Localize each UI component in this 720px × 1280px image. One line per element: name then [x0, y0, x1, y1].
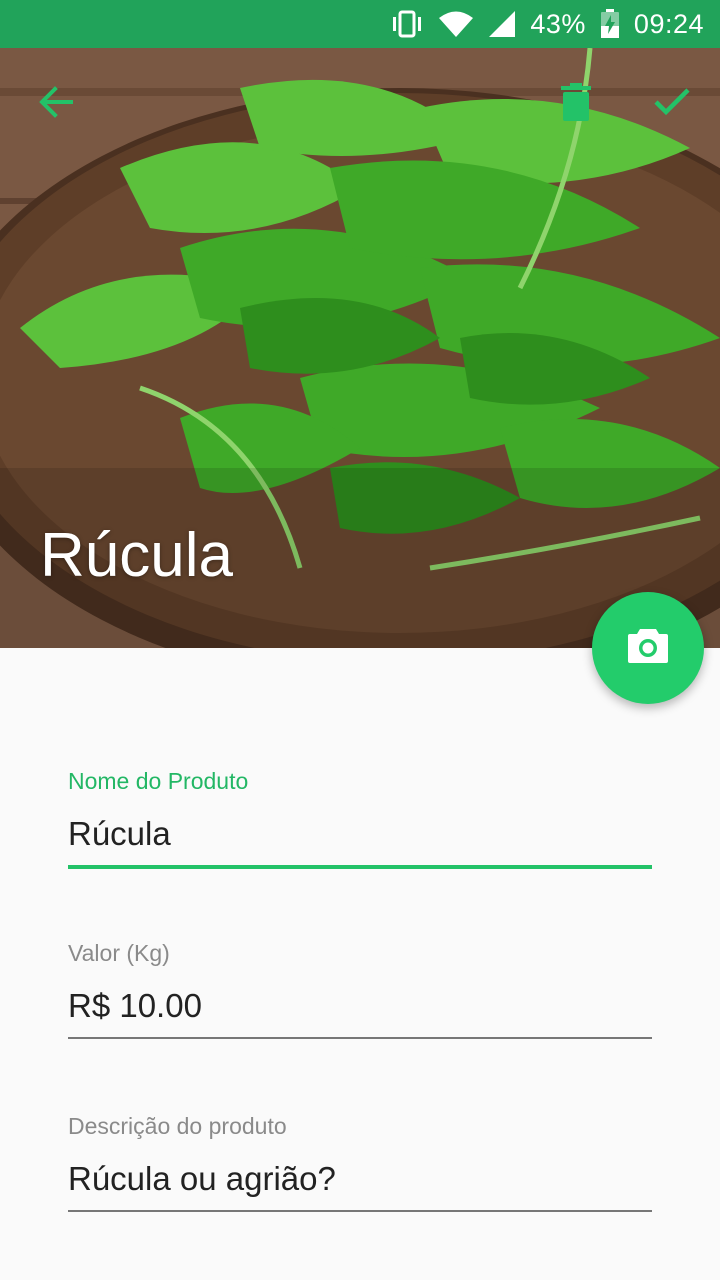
page-title: Rúcula: [40, 521, 233, 590]
arrow-back-icon: [38, 84, 74, 124]
check-icon: [653, 87, 691, 121]
confirm-button[interactable]: [644, 76, 700, 132]
description-input[interactable]: [68, 1156, 652, 1202]
vibrate-icon: [390, 9, 424, 39]
signal-icon: [488, 10, 516, 38]
wifi-icon: [438, 10, 474, 38]
camera-icon: [626, 627, 670, 669]
product-name-field: Nome do Produto: [68, 768, 652, 869]
camera-button[interactable]: [592, 592, 704, 704]
description-label: Descrição do produto: [68, 1113, 287, 1139]
price-label: Valor (Kg): [68, 940, 170, 966]
delete-button[interactable]: [548, 76, 604, 132]
price-underline: [68, 1037, 652, 1039]
product-image: Rúcula: [0, 48, 720, 648]
battery-charging-icon: [600, 9, 620, 39]
product-name-label: Nome do Produto: [68, 768, 249, 794]
battery-percentage: 43%: [530, 8, 586, 39]
product-name-underline: [68, 865, 652, 869]
description-field: Descrição do produto: [68, 1113, 652, 1212]
price-input[interactable]: [68, 983, 652, 1029]
description-underline: [68, 1210, 652, 1212]
status-bar: 43% 09:24: [0, 0, 720, 48]
product-name-input[interactable]: [68, 811, 652, 857]
price-field: Valor (Kg): [68, 940, 652, 1039]
clock: 09:24: [633, 8, 704, 39]
trash-icon: [561, 83, 591, 125]
back-button[interactable]: [28, 76, 84, 132]
